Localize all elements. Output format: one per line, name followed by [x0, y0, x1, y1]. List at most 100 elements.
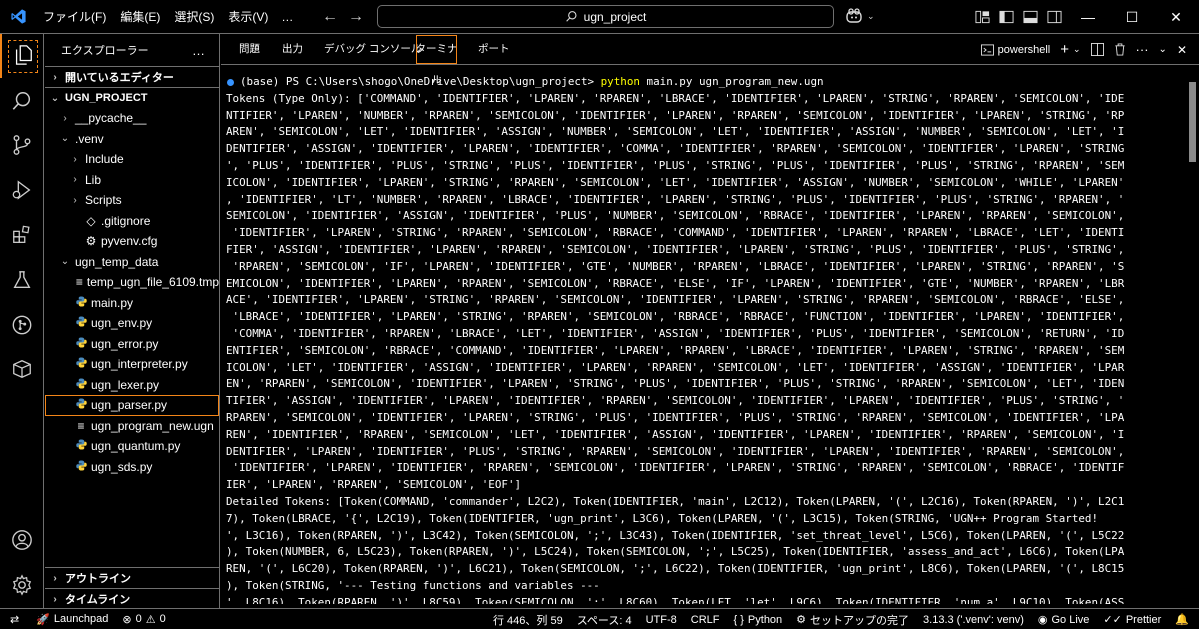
maximize-panel-icon[interactable]: ⌄ [1159, 44, 1167, 55]
forward-arrow-icon[interactable]: → [348, 8, 364, 26]
tab-ports[interactable]: ポート [478, 34, 510, 65]
language-mode[interactable]: { } Python [727, 609, 790, 629]
python-interpreter[interactable]: 3.13.3 ('.venv': venv) [916, 609, 1031, 629]
maximize-icon[interactable]: ☐ [1110, 9, 1154, 26]
tab-debug-console[interactable]: デバッグ コンソール [324, 34, 421, 65]
chevron-down-icon: ⌄ [50, 92, 60, 104]
notifications-button[interactable]: 🔔 [1168, 609, 1199, 629]
trash-icon[interactable] [1114, 43, 1126, 56]
indentation[interactable]: スペース: 4 [570, 609, 639, 629]
testing-button[interactable] [0, 258, 44, 302]
chevron-right-icon: › [63, 112, 67, 124]
accounts-button[interactable] [0, 518, 44, 562]
close-panel-icon[interactable]: ✕ [1177, 43, 1187, 57]
split-terminal-icon[interactable] [1090, 43, 1104, 56]
tree-item[interactable]: ≡ temp_ugn_file_6109.tmp [45, 272, 219, 293]
tree-item-label: temp_ugn_file_6109.tmp [86, 275, 219, 290]
run-debug-button[interactable] [0, 168, 44, 212]
tree-item[interactable]: › Scripts [45, 190, 219, 211]
cursor-position[interactable]: 行 446、列 59 [486, 609, 570, 629]
customize-layout-icon[interactable] [975, 10, 990, 24]
tree-item[interactable]: ◇ .gitignore [45, 211, 219, 232]
tree-item[interactable]: › Lib [45, 170, 219, 191]
files-icon [8, 39, 38, 73]
tree-item-label: main.py [91, 295, 134, 310]
toggle-sidebar-icon[interactable] [999, 10, 1014, 24]
close-icon[interactable]: ✕ [1154, 9, 1198, 26]
terminal-line: ICOLON', 'IDENTIFIER', 'LPAREN', 'STRING… [226, 175, 1125, 189]
explorer-button[interactable] [0, 34, 44, 78]
tree-item[interactable]: ugn_quantum.py [45, 436, 219, 457]
project-section[interactable]: ⌄ UGN_PROJECT [45, 87, 219, 108]
minimize-icon[interactable]: — [1066, 9, 1110, 25]
tree-item[interactable]: ugn_parser.py [45, 395, 219, 416]
terminal-output[interactable]: (base) PS C:\Users\shogo\OneDrive\Deskto… [226, 74, 1186, 604]
menu-item-2[interactable]: 選択(S) [167, 0, 221, 34]
tree-item-label: ugn_program_new.ugn [91, 418, 214, 433]
tree-item[interactable]: › __pycache__ [45, 108, 219, 129]
terminal-line: ), Token(STRING, '--- Testing functions … [226, 578, 600, 592]
launchpad-button[interactable]: 🚀 Launchpad [29, 609, 115, 629]
line-ending[interactable]: CRLF [684, 609, 727, 629]
outline-section[interactable]: › アウトライン [45, 567, 220, 588]
box-icon [13, 360, 31, 378]
python-file-icon [75, 439, 87, 453]
tab-problems[interactable]: 問題 [239, 34, 260, 65]
gear-icon [12, 574, 32, 596]
copilot-icon [846, 8, 862, 23]
timeline-section[interactable]: › タイムライン [45, 588, 220, 609]
tree-item[interactable]: ugn_lexer.py [45, 375, 219, 396]
copilot-button[interactable]: ⌄ [845, 8, 875, 24]
scrollbar-thumb[interactable] [1189, 82, 1196, 162]
tab-terminal[interactable]: ターミナル [415, 34, 458, 86]
chevron-right-icon: › [73, 194, 77, 206]
menu-item-1[interactable]: 編集(E) [113, 0, 167, 34]
back-arrow-icon[interactable]: ← [322, 8, 338, 26]
terminal-scrollbar[interactable] [1189, 74, 1197, 454]
ellipsis-icon[interactable]: ··· [1136, 42, 1149, 57]
terminal-line: ', 'PLUS', 'IDENTIFIER', 'PLUS', 'STRING… [226, 158, 1125, 172]
menu-item-3[interactable]: 表示(V) [221, 0, 275, 34]
python-file-icon [75, 460, 87, 474]
remote-button[interactable]: ⇄ [0, 609, 29, 629]
command-decoration-icon[interactable] [227, 78, 234, 86]
toggle-panel-icon[interactable] [1023, 10, 1038, 24]
terminal-line: 'COMMA', 'IDENTIFIER', 'RPAREN', 'LBRACE… [226, 326, 1125, 340]
terminal-line: , 'IDENTIFIER', 'LT', 'NUMBER', 'RPAREN'… [226, 192, 1125, 206]
tree-item[interactable]: ≡ ugn_program_new.ugn [45, 416, 219, 437]
manage-button[interactable] [0, 563, 44, 607]
open-editors-section[interactable]: › 開いているエディター [45, 66, 219, 87]
tree-item-label: ugn_interpreter.py [91, 357, 188, 372]
search-button[interactable] [0, 79, 44, 123]
go-live-button[interactable]: ◉ Go Live [1031, 609, 1097, 629]
more-actions-icon[interactable]: … [192, 43, 205, 58]
tree-item-label: ugn_env.py [91, 316, 153, 331]
encoding[interactable]: UTF-8 [639, 609, 684, 629]
tree-item[interactable]: ugn_interpreter.py [45, 354, 219, 375]
tree-item[interactable]: ⌄ ugn_temp_data [45, 252, 219, 273]
tree-item[interactable]: ⚙ pyvenv.cfg [45, 231, 219, 252]
containers-button[interactable] [0, 347, 44, 391]
tree-item[interactable]: ugn_error.py [45, 334, 219, 355]
terminal-shell-selector[interactable]: powershell [980, 44, 1050, 56]
problems-status[interactable]: ⊗ 0 ⚠ 0 [115, 609, 172, 629]
chevron-down-icon[interactable]: ⌄ [1073, 44, 1081, 55]
new-terminal-icon[interactable]: + [1060, 41, 1069, 58]
tab-output[interactable]: 出力 [282, 34, 303, 65]
toggle-secondary-sidebar-icon[interactable] [1047, 10, 1062, 24]
git-graph-button[interactable] [0, 303, 44, 347]
extensions-button[interactable] [0, 213, 44, 257]
tree-item[interactable]: › Include [45, 149, 219, 170]
error-icon: ⊗ [122, 613, 132, 626]
tree-item[interactable]: main.py [45, 293, 219, 314]
setup-status[interactable]: ⚙ セットアップの完了 [789, 609, 916, 629]
tree-item[interactable]: ⌄ .venv [45, 129, 219, 150]
tree-item[interactable]: ugn_sds.py [45, 457, 219, 478]
more-menu[interactable]: … [275, 0, 299, 34]
search-text: ugn_project [583, 9, 647, 24]
prettier-status[interactable]: ✓✓ Prettier [1096, 609, 1168, 629]
source-control-button[interactable] [0, 123, 44, 167]
menu-item-0[interactable]: ファイル(F) [36, 0, 113, 34]
command-center-search[interactable]: ugn_project [377, 5, 834, 28]
tree-item[interactable]: ugn_env.py [45, 313, 219, 334]
